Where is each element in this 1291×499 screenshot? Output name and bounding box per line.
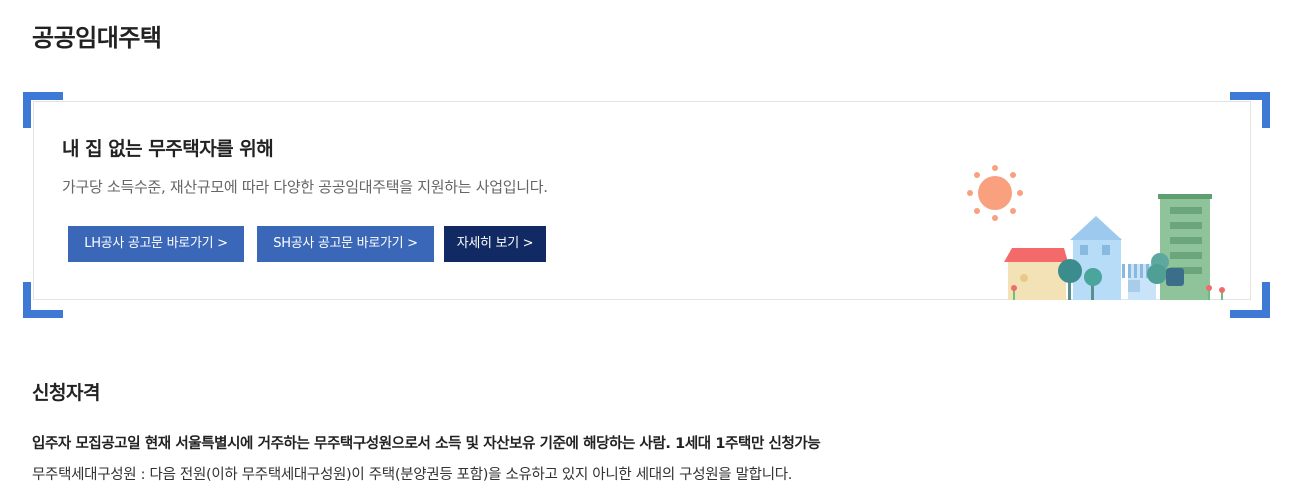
- qualification-summary: 입주자 모집공고일 현재 서울특별시에 거주하는 무주택구성원으로서 소득 및 …: [32, 436, 821, 452]
- banner-description: 가구당 소득수준, 재산규모에 따라 다양한 공공임대주택을 지원하는 사업입니…: [62, 178, 548, 196]
- corner-bracket-bottom-right: [1230, 282, 1270, 318]
- corner-bracket-top-left: [23, 92, 63, 128]
- sh-notice-button[interactable]: SH공사 공고문 바로가기 >: [257, 226, 434, 262]
- page-title: 공공임대주택: [32, 24, 162, 52]
- qualification-definition: 무주택세대구성원 : 다음 전원(이하 무주택세대구성원)이 주택(분양권등 포…: [32, 467, 793, 483]
- banner-heading: 내 집 없는 무주택자를 위해: [62, 138, 274, 160]
- view-details-button[interactable]: 자세히 보기 >: [444, 226, 546, 262]
- apartment-building-icon: [1158, 194, 1212, 300]
- sun-icon: [967, 165, 1023, 221]
- lh-notice-button[interactable]: LH공사 공고문 바로가기 >: [68, 226, 244, 262]
- houses-and-sun-illustration: [967, 165, 1225, 300]
- qualification-title: 신청자격: [32, 382, 100, 404]
- corner-bracket-bottom-left: [23, 282, 63, 318]
- blue-house-icon: [1070, 216, 1156, 300]
- corner-bracket-top-right: [1230, 92, 1270, 128]
